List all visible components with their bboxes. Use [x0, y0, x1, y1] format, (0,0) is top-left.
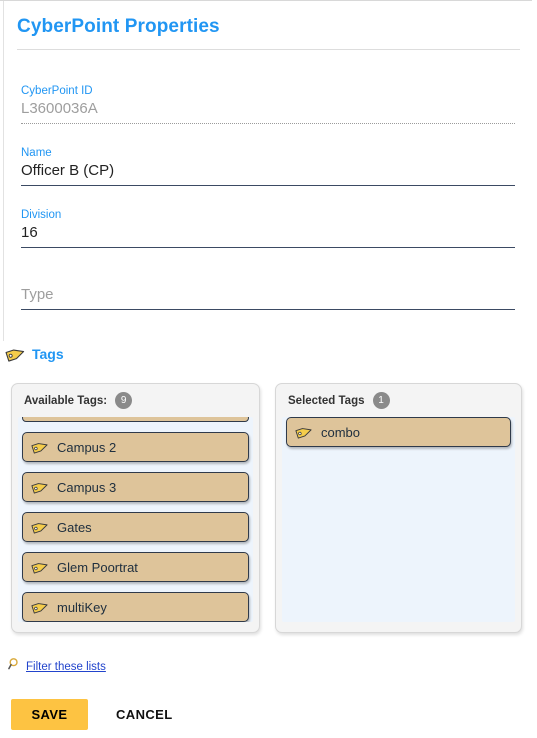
selected-tags-label: Selected Tags [288, 394, 365, 407]
field-underline-division [21, 247, 515, 248]
list-item[interactable]: Campus 2 [22, 432, 249, 462]
save-button[interactable]: SAVE [11, 699, 88, 730]
tag-icon [295, 424, 314, 440]
field-cyberpoint-id[interactable]: CyberPoint ID L3600036A [21, 84, 515, 124]
available-tags-header: Available Tags: 9 [12, 384, 259, 417]
tag-label: Campus 2 [57, 439, 117, 455]
field-value-division[interactable]: 16 [21, 222, 515, 244]
field-underline-cyberpoint-id [21, 123, 515, 124]
field-type[interactable]: Type [21, 284, 515, 310]
tags-heading-label: Tags [32, 346, 64, 362]
list-item[interactable] [22, 417, 249, 422]
filter-lists-label[interactable]: Filter these lists [26, 661, 106, 673]
available-tags-panel: Available Tags: 9 Campus 2 Campus 3 Gate… [11, 383, 260, 633]
field-name[interactable]: Name Officer B (CP) [21, 146, 515, 186]
list-item[interactable]: Campus 3 [22, 472, 249, 502]
selected-tags-panel: Selected Tags 1 combo [275, 383, 522, 633]
tag-label: Campus 3 [57, 479, 117, 495]
field-placeholder-type[interactable]: Type [21, 284, 515, 306]
cancel-button[interactable]: CANCEL [108, 699, 181, 730]
field-label-division: Division [21, 209, 62, 221]
field-value-name[interactable]: Officer B (CP) [21, 160, 515, 182]
top-edge-divider [0, 0, 532, 1]
selected-tags-list[interactable]: combo [282, 417, 515, 622]
field-label-cyberpoint-id: CyberPoint ID [21, 85, 93, 97]
list-item[interactable]: Gates [22, 512, 249, 542]
left-edge-divider [3, 1, 4, 341]
list-item[interactable]: multiKey [22, 592, 249, 622]
tag-label: Glem Poortrat [57, 559, 138, 575]
page-title: CyberPoint Properties [17, 16, 220, 37]
tag-label: multiKey [57, 599, 107, 615]
tags-section-heading: Tags [5, 345, 64, 363]
field-division[interactable]: Division 16 [21, 208, 515, 248]
available-tags-list[interactable]: Campus 2 Campus 3 Gates Glem Poortrat mu… [18, 417, 253, 622]
tag-label: combo [321, 424, 361, 440]
available-tags-count-badge: 9 [115, 392, 133, 409]
filter-lists-link[interactable]: Filter these lists [8, 657, 106, 676]
tag-icon [31, 559, 50, 575]
list-item[interactable]: combo [286, 417, 511, 447]
field-underline-name [21, 185, 515, 186]
field-label-name: Name [21, 147, 52, 159]
tag-label: Gates [57, 519, 92, 535]
selected-tags-header: Selected Tags 1 [276, 384, 521, 417]
title-divider [17, 49, 520, 50]
field-value-cyberpoint-id: L3600036A [21, 100, 98, 117]
tag-icon [5, 345, 27, 363]
tag-icon [31, 519, 50, 535]
tag-icon [31, 599, 50, 615]
magnifier-icon [8, 657, 22, 676]
available-tags-label: Available Tags: [24, 394, 108, 407]
tag-icon [31, 439, 50, 455]
list-item[interactable]: Glem Poortrat [22, 552, 249, 582]
cyberpoint-properties-panel: CyberPoint Properties CyberPoint ID L360… [0, 0, 537, 738]
selected-tags-count-badge: 1 [372, 392, 390, 409]
tag-icon [31, 479, 50, 495]
field-underline-type [21, 309, 515, 310]
